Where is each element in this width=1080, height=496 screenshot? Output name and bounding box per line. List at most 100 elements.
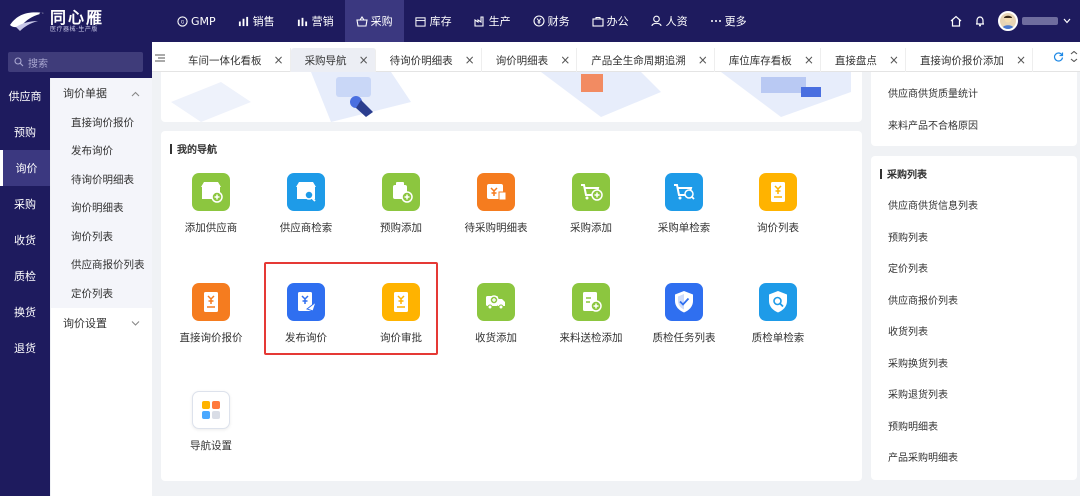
- close-icon[interactable]: ×: [274, 53, 284, 67]
- tab-item[interactable]: 询价明细表 ×: [482, 48, 578, 72]
- avatar[interactable]: [998, 11, 1018, 31]
- close-icon[interactable]: ×: [889, 53, 899, 67]
- nav-tile[interactable]: 采购单检索: [639, 173, 729, 253]
- tab-label: 直接盘点: [834, 54, 877, 67]
- nav-tile-label: 采购添加: [570, 222, 612, 234]
- search-input[interactable]: 搜索: [8, 52, 143, 72]
- tab-item[interactable]: 采购导航 ×: [290, 48, 376, 72]
- nav-tile[interactable]: 质检单检索: [733, 283, 823, 363]
- tab-label: 直接询价报价添加: [919, 54, 1004, 67]
- nav-tile-label: 添加供应商: [184, 222, 238, 234]
- tab-item[interactable]: 直接询价报价添加 ×: [906, 48, 1033, 72]
- link-nonconforming-reasons[interactable]: 来料产品不合格原因: [888, 117, 978, 132]
- nav-tile[interactable]: 收货添加: [451, 283, 541, 363]
- subitem-direct-quote[interactable]: 直接询价报价: [51, 108, 152, 137]
- bar-chart-icon: [297, 15, 309, 27]
- topnav-gmp[interactable]: G GMP: [165, 0, 227, 42]
- my-nav-title: 我的导航: [177, 145, 217, 156]
- sidebar-item-quality[interactable]: 质检: [0, 258, 50, 294]
- tab-label: 待询价明细表: [389, 54, 453, 67]
- right-card-quality: 供应商供货质量统计 来料产品不合格原因: [871, 72, 1077, 146]
- subgroup-inquiry-settings[interactable]: 询价设置: [51, 308, 152, 338]
- search-placeholder: 搜索: [28, 58, 48, 70]
- sub-sidebar: 询价单据 直接询价报价 发布询价 待询价明细表 询价明细表 询价列表 供应商报价…: [51, 78, 152, 496]
- tab-item[interactable]: 车间一体化看板 ×: [174, 48, 291, 72]
- topnav-production[interactable]: 生产: [463, 0, 522, 42]
- purchase-list-link[interactable]: 供应商报价列表: [888, 292, 958, 307]
- nav-tile[interactable]: 供应商检索: [261, 173, 351, 253]
- nav-tile-label: 待采购明细表: [464, 222, 528, 234]
- subitem-pending-inquiry-detail[interactable]: 待询价明细表: [51, 165, 152, 194]
- topnav-label: 营销: [311, 15, 334, 28]
- subgroup-label: 询价设置: [63, 316, 107, 330]
- nav-tile-label: 采购单检索: [657, 222, 711, 234]
- topnav-label: 销售: [252, 15, 275, 28]
- tab-more-icon[interactable]: [1070, 50, 1078, 65]
- topnav-finance[interactable]: 财务: [522, 0, 581, 42]
- brand-logo[interactable]: 同心雁 医疗器械·生产版: [8, 6, 148, 36]
- purchase-list-link[interactable]: 预购列表: [888, 229, 928, 244]
- subgroup-inquiry-docs[interactable]: 询价单据: [51, 78, 152, 108]
- sidebar-item-receiving[interactable]: 收货: [0, 222, 50, 258]
- tab-item[interactable]: 库位库存看板 ×: [715, 48, 821, 72]
- nav-tile[interactable]: 预购添加: [356, 173, 446, 253]
- sidebar-item-preorder[interactable]: 预购: [0, 114, 50, 150]
- nav-settings-icon: [192, 391, 230, 429]
- subitem-inquiry-detail[interactable]: 询价明细表: [51, 194, 152, 223]
- nav-tile[interactable]: 待采购明细表: [451, 173, 541, 253]
- subitem-supplier-quote-list[interactable]: 供应商报价列表: [51, 251, 152, 280]
- topnav-sales[interactable]: 销售: [227, 0, 286, 42]
- nav-tile[interactable]: 直接询价报价: [166, 283, 256, 363]
- close-icon[interactable]: ×: [359, 53, 369, 67]
- home-icon[interactable]: [948, 13, 964, 29]
- username-redacted[interactable]: [1022, 17, 1058, 25]
- nav-tile-label: 质检任务列表: [652, 332, 716, 344]
- bell-icon[interactable]: [972, 13, 988, 29]
- topnav-inventory[interactable]: 库存: [404, 0, 463, 42]
- purchase-list-link[interactable]: 收货列表: [888, 323, 928, 338]
- purchase-list-link[interactable]: 采购退货列表: [888, 386, 948, 401]
- nav-tile[interactable]: 质检任务列表: [639, 283, 729, 363]
- topnav-hr[interactable]: 人资: [640, 0, 699, 42]
- topnav-marketing[interactable]: 营销: [286, 0, 345, 42]
- link-supplier-quality-stats[interactable]: 供应商供货质量统计: [888, 85, 978, 100]
- tab-label: 产品全生命周期追溯: [591, 54, 686, 67]
- tab-item[interactable]: 直接盘点 ×: [821, 48, 906, 72]
- nav-tile[interactable]: 来料送检添加: [546, 283, 636, 363]
- subitem-publish-inquiry[interactable]: 发布询价: [51, 137, 152, 166]
- close-icon[interactable]: ×: [1016, 53, 1026, 67]
- topnav-purchase[interactable]: 采购: [344, 0, 404, 42]
- refresh-icon[interactable]: [1053, 51, 1064, 65]
- purchase-list-link[interactable]: 预购明细表: [888, 418, 938, 433]
- sidebar-item-exchange[interactable]: 换货: [0, 294, 50, 330]
- purchase-list-link[interactable]: 产品采购明细表: [888, 449, 958, 464]
- gmp-icon: G: [176, 15, 188, 27]
- tab-item[interactable]: 待询价明细表 ×: [376, 48, 482, 72]
- sidebar-item-supplier[interactable]: 供应商: [0, 78, 50, 114]
- nav-tile[interactable]: 添加供应商: [166, 173, 256, 253]
- purchase-list-link[interactable]: 采购换货列表: [888, 355, 948, 370]
- purchase-list-link[interactable]: 定价列表: [888, 260, 928, 275]
- top-bar: 同心雁 医疗器械·生产版 G GMP 销售 营销 采购 库存 生产 财务 办公 …: [0, 0, 1080, 42]
- close-icon[interactable]: ×: [560, 53, 570, 67]
- purchase-lists-title: 采购列表: [887, 170, 927, 181]
- close-icon[interactable]: ×: [804, 53, 814, 67]
- chevron-down-icon[interactable]: [1062, 13, 1072, 29]
- close-icon[interactable]: ×: [698, 53, 708, 67]
- close-icon[interactable]: ×: [465, 53, 475, 67]
- nav-tile[interactable]: 导航设置: [166, 391, 256, 471]
- main-sidebar-nav: 供应商 预购 询价 采购 收货 质检 换货 退货: [0, 78, 50, 366]
- subitem-pricing-list[interactable]: 定价列表: [51, 279, 152, 308]
- subitem-inquiry-list[interactable]: 询价列表: [51, 222, 152, 251]
- tab-item[interactable]: 产品全生命周期追溯 ×: [577, 48, 715, 72]
- sidebar-item-inquiry[interactable]: 询价: [0, 150, 50, 186]
- topnav-more[interactable]: 更多: [699, 0, 758, 42]
- menu-toggle-icon[interactable]: [155, 52, 165, 62]
- shield-check-icon: [665, 283, 703, 321]
- sidebar-item-return[interactable]: 退货: [0, 330, 50, 366]
- sidebar-item-purchase[interactable]: 采购: [0, 186, 50, 222]
- topnav-office[interactable]: 办公: [581, 0, 640, 42]
- nav-tile[interactable]: 询价列表: [733, 173, 823, 253]
- nav-tile[interactable]: 采购添加: [546, 173, 636, 253]
- purchase-list-link[interactable]: 供应商供货信息列表: [888, 197, 978, 212]
